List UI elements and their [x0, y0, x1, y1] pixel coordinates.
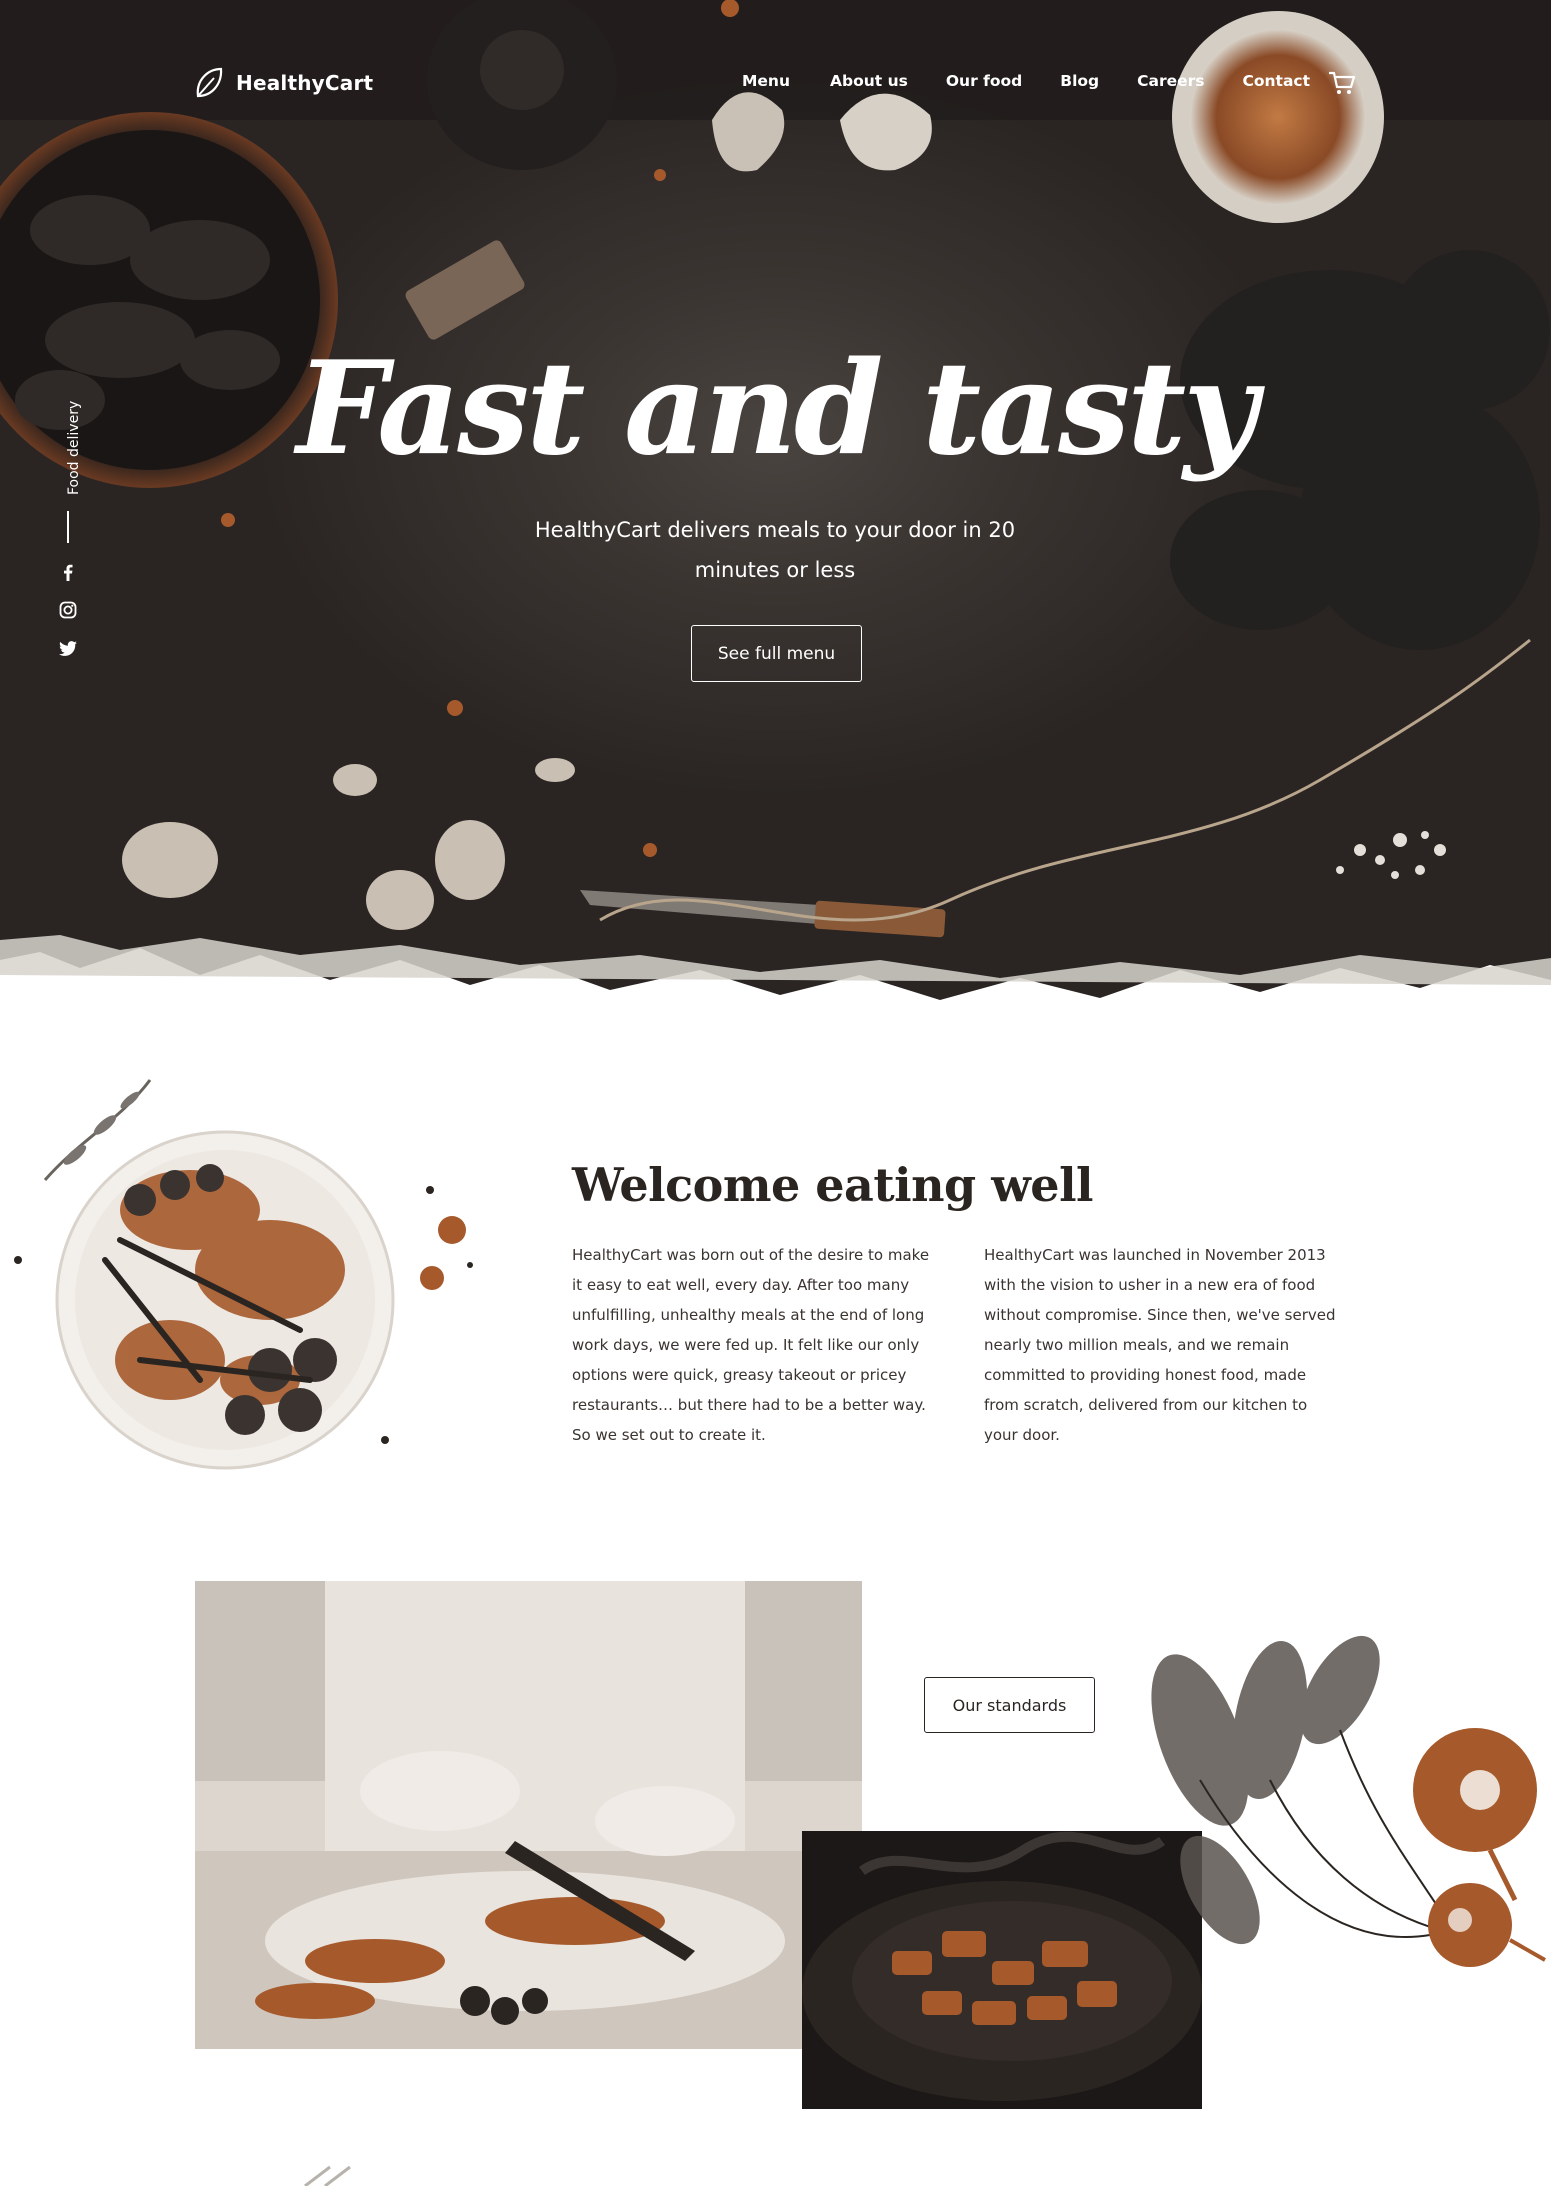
nav-item-our-food[interactable]: Our food	[946, 72, 1022, 90]
herb-sprig-illustration	[304, 2165, 351, 2186]
brand-name: HealthyCart	[236, 71, 374, 95]
welcome-paragraph-1: HealthyCart was born out of the desire t…	[572, 1246, 930, 1444]
main-nav: Menu About us Our food Blog Careers Cont…	[742, 72, 1310, 90]
cart-icon[interactable]	[1328, 70, 1356, 96]
welcome-paragraph-2: HealthyCart was launched in November 201…	[984, 1246, 1336, 1444]
nav-item-blog[interactable]: Blog	[1060, 72, 1099, 90]
hero-subtitle: HealthyCart delivers meals to your door …	[534, 518, 1016, 582]
hero-title: Fast and tasty	[296, 334, 1257, 484]
see-full-menu-button[interactable]: See full menu	[691, 625, 862, 682]
welcome-title: Welcome eating well	[572, 1158, 1094, 1212]
chef-cutting-photo	[195, 1581, 862, 2049]
brand-logo[interactable]: HealthyCart	[194, 66, 373, 100]
twitter-icon[interactable]	[58, 638, 78, 658]
leaf-icon	[196, 67, 223, 98]
nav-item-careers[interactable]: Careers	[1137, 72, 1204, 90]
nav-item-about-us[interactable]: About us	[830, 72, 908, 90]
plate-illustration	[14, 1079, 473, 1470]
our-standards-button[interactable]: Our standards	[924, 1677, 1095, 1733]
radish-illustration	[1151, 1635, 1546, 1967]
facebook-icon[interactable]	[58, 562, 78, 582]
instagram-icon[interactable]	[58, 600, 78, 620]
nav-item-menu[interactable]: Menu	[742, 72, 790, 90]
nav-item-contact[interactable]: Contact	[1243, 72, 1311, 90]
hero-section: HealthyCart Menu About us Our food Blog …	[0, 0, 1551, 1040]
rail-divider	[67, 511, 69, 543]
